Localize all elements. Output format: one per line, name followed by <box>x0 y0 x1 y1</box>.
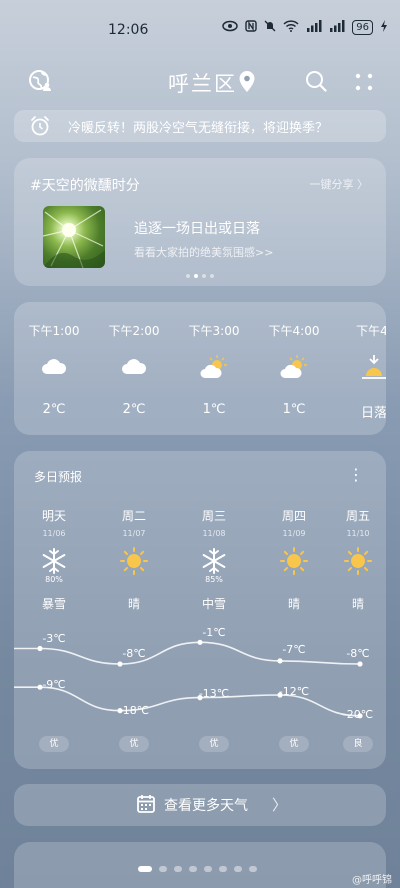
hourly-time: 下午4:00 <box>268 324 320 338</box>
day-name: 周三 <box>201 509 226 523</box>
day-name: 周四 <box>281 509 306 523</box>
battery-indicator: 96 <box>352 20 373 35</box>
day-name: 周五 <box>345 509 370 523</box>
hourly-item: 下午1:00 2℃ <box>22 302 86 435</box>
promo-thumbnail[interactable] <box>43 206 105 268</box>
aqi-badge: 优 <box>119 736 149 752</box>
day-date: 11/07 <box>122 529 146 538</box>
nfc-icon <box>245 20 257 35</box>
day-low-temp: -9℃ <box>42 678 66 691</box>
day-name: 明天 <box>41 509 66 523</box>
hourly-forecast-card[interactable]: 下午1:00 2℃ 下午2:00 2℃ 下午3:00 1℃ 下午4:00 1℃ … <box>14 302 386 435</box>
cloudy-icon <box>40 354 68 382</box>
daily-item[interactable]: 周二 11/07 晴 -8℃ -18℃ 优 <box>102 451 166 769</box>
aqi-badge: 优 <box>39 736 69 752</box>
day-condition: 中雪 <box>201 597 226 611</box>
day-high-temp: -8℃ <box>122 647 146 660</box>
partly-cloudy-icon <box>280 354 308 382</box>
day-date: 11/06 <box>42 529 66 538</box>
signal-icon <box>306 20 322 35</box>
aqi-badge: 良 <box>343 736 373 752</box>
partly-cloudy-icon <box>200 354 228 382</box>
city-page-indicator[interactable] <box>138 866 257 872</box>
day-condition: 晴 <box>351 597 364 611</box>
hourly-item: 下午3:00 1℃ <box>182 302 246 435</box>
hourly-temp: 1℃ <box>282 402 306 417</box>
day-high-temp: -7℃ <box>282 643 306 656</box>
city-name[interactable]: 呼兰区 <box>168 68 237 98</box>
calendar-icon <box>136 794 156 814</box>
watermark: @呼呼锦 <box>352 875 392 886</box>
snow-icon <box>200 547 228 575</box>
daily-item[interactable]: 周三 11/08 85% 中雪 -1℃ -13℃ 优 <box>182 451 246 769</box>
day-high-temp: -3℃ <box>42 632 66 645</box>
hourly-temp: 日落 <box>360 406 386 421</box>
hourly-temp: 2℃ <box>122 402 146 417</box>
day-date: 11/09 <box>282 529 306 538</box>
charging-icon <box>380 20 388 35</box>
day-date: 11/08 <box>202 529 226 538</box>
hourly-temp: 2℃ <box>42 402 66 417</box>
status-icons: 96 <box>222 20 388 35</box>
day-condition: 暴雪 <box>41 597 66 611</box>
aqi-badge: 优 <box>279 736 309 752</box>
day-low-temp: -18℃ <box>118 704 150 717</box>
day-low-temp: -13℃ <box>198 687 230 700</box>
sun-icon <box>280 547 308 575</box>
banner-text: 冷暖反转！两股冷空气无缝衔接，将迎换季？ <box>68 121 329 136</box>
hourly-temp: 1℃ <box>202 402 226 417</box>
weather-news-banner[interactable]: 冷暖反转！两股冷空气无缝衔接，将迎换季？ <box>14 110 386 142</box>
sunset-icon <box>360 354 386 382</box>
daily-item[interactable]: 周五 11/10 晴 -8℃ -20℃ 良 <box>326 451 386 769</box>
day-low-temp: -20℃ <box>342 708 374 721</box>
day-date: 11/10 <box>346 529 370 538</box>
day-condition: 晴 <box>287 597 300 611</box>
day-name: 周二 <box>121 509 146 523</box>
sun-icon <box>120 547 148 575</box>
promo-subtitle[interactable]: 看看大家拍的绝美氛围感>> <box>134 244 273 260</box>
more-options-icon[interactable] <box>354 72 374 92</box>
precip-probability: 85% <box>205 575 223 584</box>
hourly-item: 下午4: 日落 <box>342 302 386 435</box>
status-bar: 12:06 96 <box>0 0 400 60</box>
alarm-clock-icon <box>30 115 50 137</box>
location-icon <box>238 70 256 94</box>
day-condition: 晴 <box>127 597 140 611</box>
wifi-icon <box>283 20 299 35</box>
aqi-badge: 优 <box>199 736 229 752</box>
chevron-right-icon: 〉 <box>272 796 288 814</box>
snow-icon <box>40 547 68 575</box>
hourly-time: 下午4: <box>356 324 386 338</box>
more-weather-label: 查看更多天气 <box>164 798 248 814</box>
cloudy-icon <box>120 354 148 382</box>
top-bar: 呼兰区 <box>0 64 400 100</box>
signal-icon-2 <box>329 20 345 35</box>
city-manage-icon[interactable] <box>28 69 52 93</box>
mute-icon <box>264 20 276 35</box>
hourly-time: 下午3:00 <box>188 324 240 338</box>
eye-icon <box>222 20 239 35</box>
sun-icon <box>344 547 372 575</box>
daily-item[interactable]: 明天 11/06 80% 暴雪 -3℃ -9℃ 优 <box>22 451 86 769</box>
daily-item[interactable]: 周四 11/09 晴 -7℃ -12℃ 优 <box>262 451 326 769</box>
share-link[interactable]: 一键分享 〉 <box>310 176 369 192</box>
more-weather-button[interactable]: 查看更多天气 〉 <box>14 784 386 826</box>
promo-headline: 追逐一场日出或日落 <box>134 221 260 237</box>
daily-forecast-card[interactable]: 多日预报 ⋮ 明天 11/06 80% 暴雪 -3℃ -9℃ 优 周二 11/0… <box>14 451 386 769</box>
search-icon[interactable] <box>305 70 327 92</box>
promo-card[interactable]: #天空的微醺时分 一键分享 〉 追逐一场日出或日落 看看大家拍的绝美氛围感>> <box>14 158 386 286</box>
status-time: 12:06 <box>108 22 149 38</box>
next-card-peek <box>14 842 386 888</box>
day-high-temp: -1℃ <box>202 626 226 639</box>
precip-probability: 80% <box>45 575 63 584</box>
hourly-time: 下午2:00 <box>108 324 160 338</box>
day-low-temp: -12℃ <box>278 685 310 698</box>
hourly-item: 下午4:00 1℃ <box>262 302 326 435</box>
promo-title: #天空的微醺时分 <box>30 178 140 194</box>
carousel-indicator <box>186 274 214 278</box>
hourly-item: 下午2:00 2℃ <box>102 302 166 435</box>
hourly-time: 下午1:00 <box>28 324 80 338</box>
day-high-temp: -8℃ <box>346 647 370 660</box>
